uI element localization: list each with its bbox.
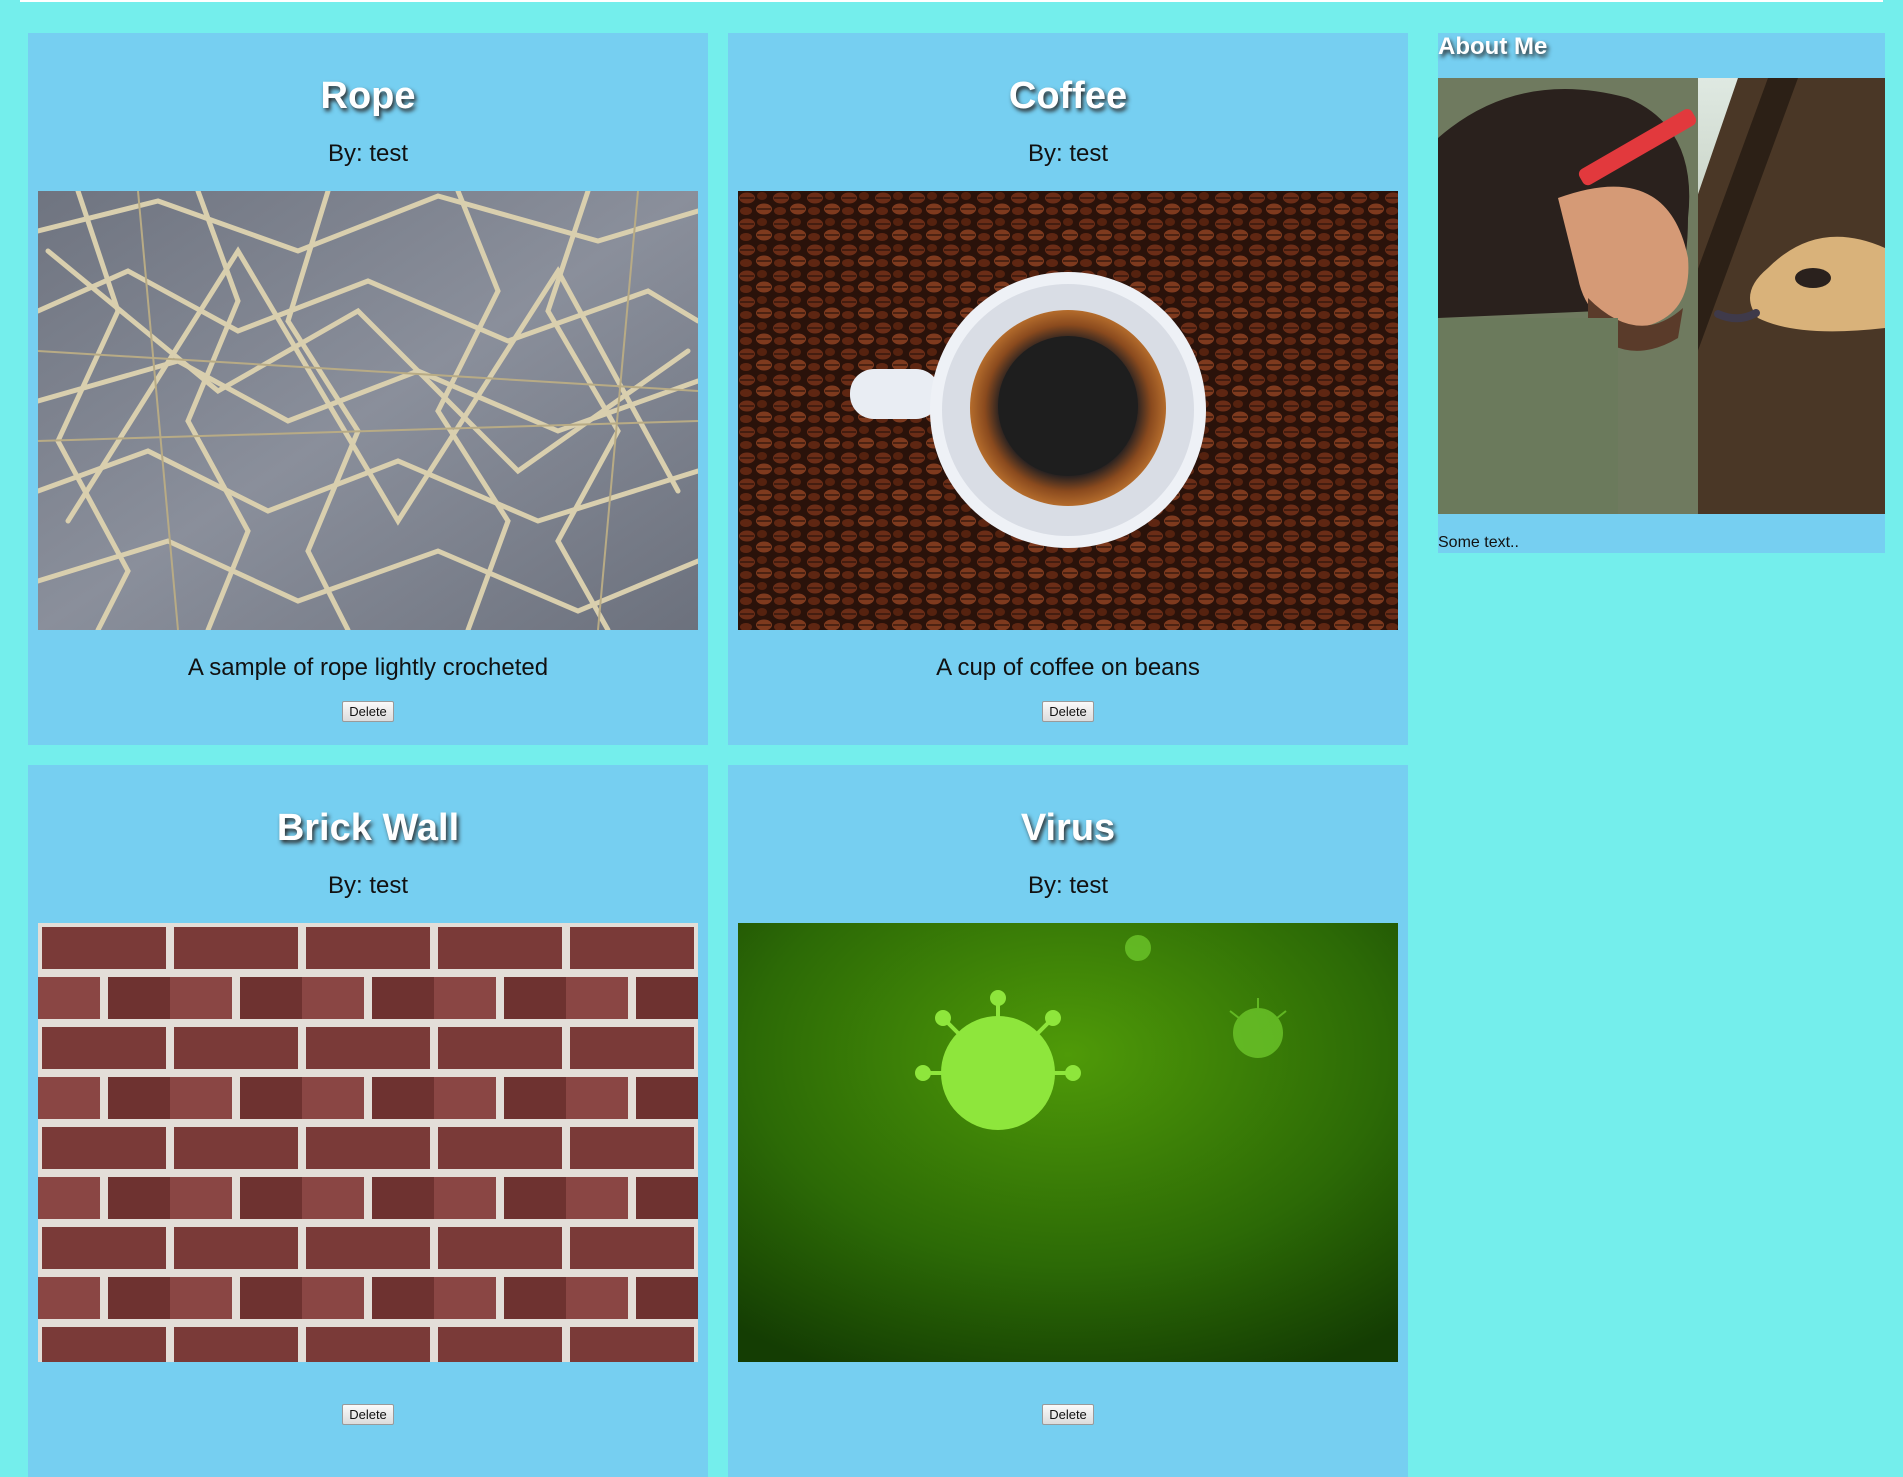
rope-photo [38,191,698,631]
coffee-photo [738,191,1398,631]
delete-button[interactable]: Delete [1042,701,1094,723]
post-card: Brick Wall By: test Delete [28,765,708,1477]
post-title: Coffee [1008,75,1128,117]
post-title: Rope [320,75,416,117]
post-title: Brick Wall [276,807,460,849]
about-me-sidebar: About Me Some text.. [1438,33,1885,553]
post-description: A sample of rope lightly crocheted [187,654,549,682]
post-author: By: test [327,871,409,899]
post-author: By: test [1027,871,1109,899]
post-card: Rope By: test A sample of rope lightly c… [28,33,708,745]
virus-photo [738,923,1398,1363]
post-card: Coffee By: test A cup of coffee on beans… [728,33,1408,745]
posts-grid: Rope By: test A sample of rope lightly c… [28,33,1408,1477]
sidebar-text: Some text.. [1438,533,1519,551]
brick-wall-photo [38,923,698,1363]
profile-photo-with-giraffe [1438,77,1885,514]
delete-button[interactable]: Delete [1042,1404,1094,1426]
delete-button[interactable]: Delete [342,1404,394,1426]
page-content: Rope By: test A sample of rope lightly c… [28,33,1885,1477]
post-author: By: test [1027,139,1109,167]
sidebar-heading: About Me [1438,33,1548,60]
post-title: Virus [1020,807,1116,849]
post-description: A cup of coffee on beans [936,654,1200,682]
top-nav-bar [20,0,1883,2]
post-author: By: test [327,139,409,167]
post-card: Virus By: test Delete [728,765,1408,1477]
delete-button[interactable]: Delete [342,701,394,723]
